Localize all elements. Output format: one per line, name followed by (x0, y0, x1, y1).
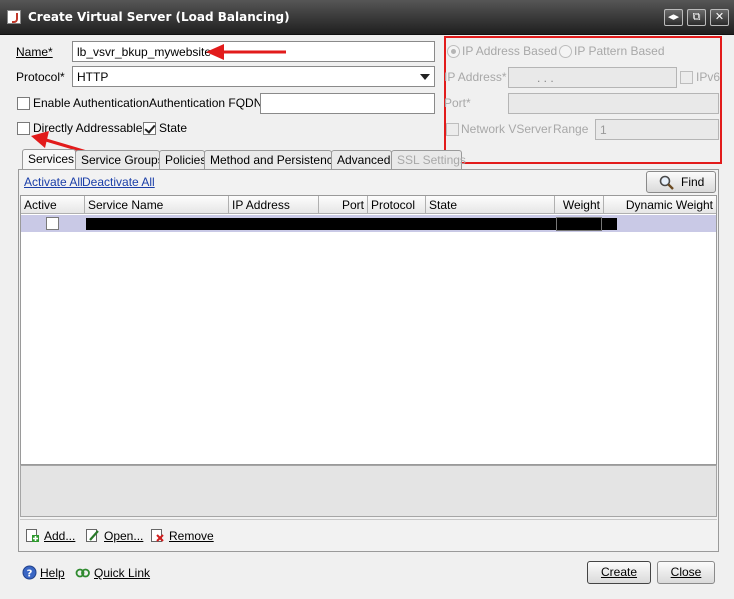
quick-link-icon (75, 568, 90, 578)
deactivate-all-link[interactable]: Deactivate All (82, 175, 155, 189)
range-label: Range (553, 122, 589, 136)
tab-method-and-persistence[interactable]: Method and Persistence (204, 150, 339, 169)
ip-address-based-radio[interactable] (447, 45, 460, 58)
column-header-protocol[interactable]: Protocol (368, 196, 426, 214)
network-vserver-label: Network VServer (461, 122, 552, 136)
ipv6-label: IPv6 (696, 70, 721, 84)
tab-advanced[interactable]: Advanced (331, 150, 392, 169)
column-header-service-name[interactable]: Service Name (85, 196, 229, 214)
quick-link-label: Quick Link (94, 566, 151, 580)
svg-text:?: ? (27, 569, 33, 580)
column-header-state[interactable]: State (426, 196, 555, 214)
table-footer-area (20, 465, 717, 517)
open-button-label: Open... (104, 529, 144, 543)
column-header-weight[interactable]: Weight (555, 196, 604, 214)
close-button-label: Close (670, 565, 702, 579)
tab-service-groups[interactable]: Service Groups (75, 150, 164, 169)
add-document-icon (26, 529, 39, 542)
ip-pattern-based-radio[interactable] (559, 45, 572, 58)
ip-address-label: IP Address* (444, 70, 507, 84)
edit-document-icon (86, 529, 99, 542)
column-header-port[interactable]: Port (319, 196, 368, 214)
port-label: Port* (444, 96, 471, 110)
ip-address-input[interactable]: . . . (508, 67, 677, 88)
create-button-label: Create (600, 565, 638, 579)
port-input[interactable] (508, 93, 719, 114)
activate-all-link[interactable]: Activate All (24, 175, 83, 189)
arrow-to-name-field (206, 44, 286, 60)
column-header-ip-address[interactable]: IP Address (229, 196, 319, 214)
help-label: Help (40, 566, 65, 580)
range-input[interactable]: 1 (595, 119, 719, 140)
ip-pattern-based-label: IP Pattern Based (574, 44, 665, 58)
row-weight-cell[interactable] (556, 217, 602, 231)
tab-ssl-settings[interactable]: SSL Settings (391, 150, 466, 169)
add-button-label: Add... (44, 529, 76, 543)
row-active-checkbox[interactable] (46, 217, 59, 230)
table-row[interactable] (21, 215, 716, 232)
ip-address-based-label: IP Address Based (462, 44, 558, 58)
column-header-dynamic-weight[interactable]: Dynamic Weight (604, 196, 716, 214)
ipv6-checkbox[interactable] (680, 71, 693, 84)
tab-services[interactable]: Services (22, 149, 76, 169)
network-vserver-checkbox[interactable] (446, 123, 459, 136)
magnifier-icon (659, 175, 674, 190)
close-button[interactable]: Close (657, 561, 715, 584)
help-icon: ? (22, 565, 37, 580)
create-button[interactable]: Create (587, 561, 651, 584)
services-table[interactable]: Active Service Name IP Address Port Prot… (20, 195, 717, 465)
tab-policies[interactable]: Policies (159, 150, 206, 169)
redacted-row-content (86, 218, 617, 230)
find-button-label: Find (681, 175, 705, 189)
remove-document-icon (151, 529, 164, 542)
remove-button-label: Remove (169, 529, 214, 543)
column-header-active[interactable]: Active (21, 196, 85, 214)
find-button[interactable]: Find (646, 171, 716, 193)
